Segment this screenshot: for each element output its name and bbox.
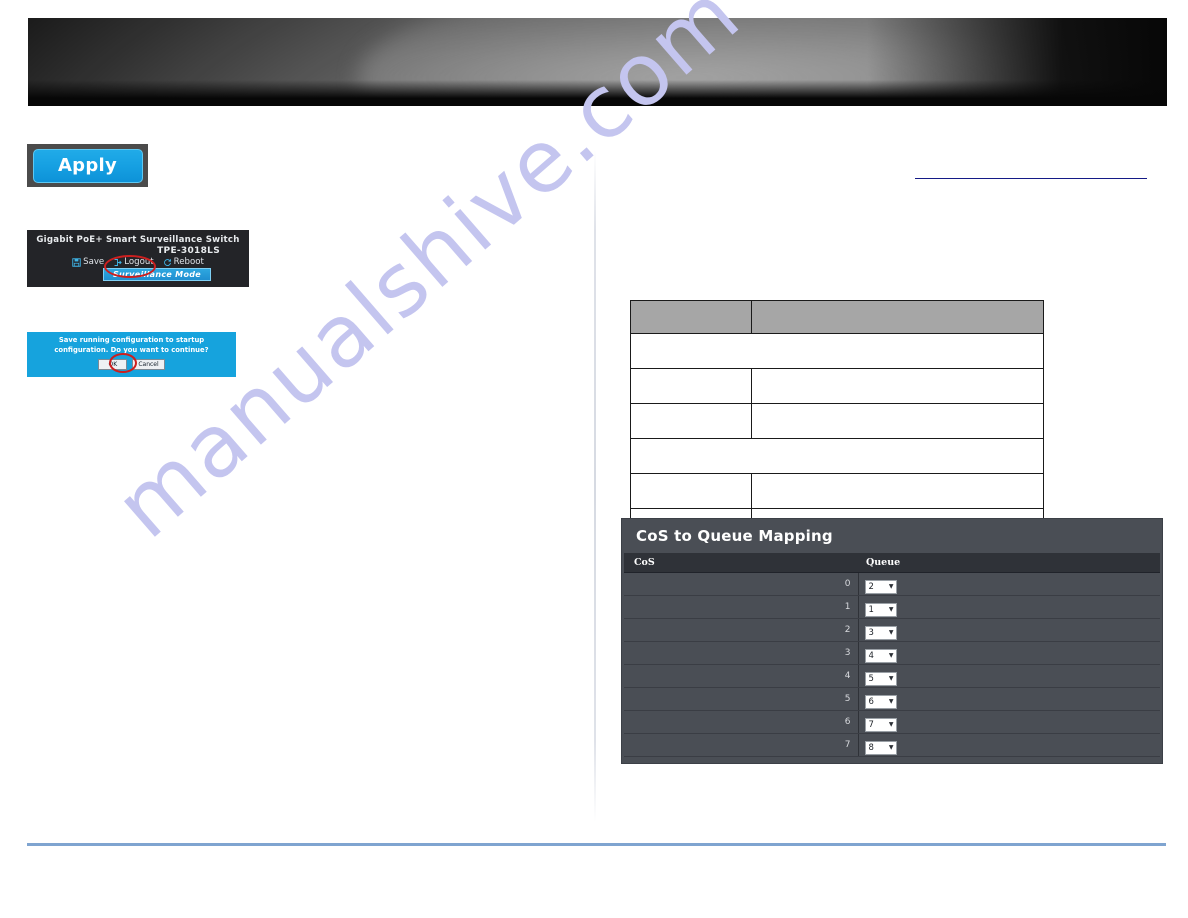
column-header-cos: CoS <box>624 553 858 573</box>
switch-action-bar: Save Logout Reboot <box>27 257 249 267</box>
save-label: Save <box>83 257 105 267</box>
top-banner <box>28 18 1167 106</box>
queue-select-value: 5 <box>868 674 874 684</box>
logout-action[interactable]: Logout <box>113 257 154 267</box>
chevron-down-icon: ▼ <box>888 583 894 590</box>
reboot-action[interactable]: Reboot <box>163 257 204 267</box>
surveillance-mode-row: Surveillance Mode <box>27 268 249 281</box>
chevron-down-icon: ▼ <box>888 698 894 705</box>
table-row: 3 4 ▼ <box>624 641 1160 665</box>
spec-table <box>630 300 1044 544</box>
apply-button[interactable]: Apply <box>32 148 143 183</box>
spec-header-cell-1 <box>630 300 752 334</box>
table-row: 2 3 ▼ <box>624 618 1160 642</box>
banner-dark-bottom-fade <box>28 80 1167 106</box>
table-header-row: CoS Queue <box>624 553 1160 573</box>
cos-value: 6 <box>624 710 859 734</box>
queue-cell: 3 ▼ <box>858 618 1160 642</box>
table-row <box>630 473 1044 509</box>
ok-button[interactable]: OK <box>98 358 128 370</box>
cos-queue-table: CoS Queue 0 2 ▼ 1 1 ▼ 2 3 ▼ 3 4 ▼ 4 5 ▼ … <box>624 553 1160 757</box>
reboot-label: Reboot <box>173 257 204 267</box>
spec-cell-value <box>751 403 1044 439</box>
surveillance-mode-button[interactable]: Surveillance Mode <box>102 268 211 281</box>
queue-select[interactable]: 5 ▼ <box>864 672 897 686</box>
spec-cell-full <box>630 333 1044 369</box>
queue-cell: 4 ▼ <box>858 641 1160 665</box>
spec-cell-full <box>630 438 1044 474</box>
logout-icon <box>113 258 122 267</box>
cos-value: 2 <box>624 618 859 642</box>
save-action[interactable]: Save <box>72 257 104 267</box>
table-row <box>630 368 1044 404</box>
table-row <box>630 403 1044 439</box>
product-model: TPE-3018LS <box>157 246 220 256</box>
spec-cell-value <box>751 473 1044 509</box>
table-row: 4 5 ▼ <box>624 664 1160 688</box>
queue-cell: 6 ▼ <box>858 687 1160 711</box>
switch-header-figure: Gigabit PoE+ Smart Surveillance Switch T… <box>27 230 249 287</box>
footer-rule <box>27 843 1166 846</box>
cos-value: 1 <box>624 595 859 619</box>
queue-select-value: 4 <box>868 651 874 661</box>
queue-select[interactable]: 1 ▼ <box>864 603 897 617</box>
queue-select[interactable]: 7 ▼ <box>864 718 897 732</box>
chevron-down-icon: ▼ <box>888 675 894 682</box>
panel-title: CoS to Queue Mapping <box>636 527 833 545</box>
table-row: 6 7 ▼ <box>624 710 1160 734</box>
cos-value: 5 <box>624 687 859 711</box>
cos-value: 0 <box>624 572 859 596</box>
queue-cell: 5 ▼ <box>858 664 1160 688</box>
queue-select-value: 2 <box>868 582 874 592</box>
reference-link-underline[interactable] <box>915 178 1147 179</box>
table-row: 5 6 ▼ <box>624 687 1160 711</box>
spec-cell-value <box>751 368 1044 404</box>
table-row: 1 1 ▼ <box>624 595 1160 619</box>
product-title: Gigabit PoE+ Smart Surveillance Switch <box>36 235 240 245</box>
column-divider <box>594 150 596 822</box>
queue-cell: 8 ▼ <box>858 733 1160 757</box>
cos-value: 4 <box>624 664 859 688</box>
cos-value: 3 <box>624 641 859 665</box>
chevron-down-icon: ▼ <box>888 629 894 636</box>
chevron-down-icon: ▼ <box>888 606 894 613</box>
chevron-down-icon: ▼ <box>888 721 894 728</box>
queue-select-value: 8 <box>868 743 874 753</box>
queue-select-value: 1 <box>868 605 874 615</box>
queue-select[interactable]: 6 ▼ <box>864 695 897 709</box>
save-confirm-dialog-figure: Save running configuration to startup co… <box>27 332 236 377</box>
queue-select-value: 6 <box>868 697 874 707</box>
cos-to-queue-mapping-panel: CoS to Queue Mapping CoS Queue 0 2 ▼ 1 1… <box>621 518 1163 764</box>
queue-select-value: 3 <box>868 628 874 638</box>
chevron-down-icon: ▼ <box>888 744 894 751</box>
logout-label: Logout <box>124 257 154 267</box>
queue-cell: 2 ▼ <box>858 572 1160 596</box>
table-header-row <box>630 300 1044 334</box>
table-row: 7 8 ▼ <box>624 733 1160 757</box>
queue-select[interactable]: 2 ▼ <box>864 580 897 594</box>
column-header-queue: Queue <box>858 553 1160 573</box>
queue-select[interactable]: 4 ▼ <box>864 649 897 663</box>
spec-cell-label <box>630 473 752 509</box>
chevron-down-icon: ▼ <box>888 652 894 659</box>
apply-button-figure: Apply <box>27 144 148 187</box>
queue-cell: 1 ▼ <box>858 595 1160 619</box>
queue-select[interactable]: 8 ▼ <box>864 741 897 755</box>
cancel-button[interactable]: Cancel <box>132 358 165 370</box>
reboot-icon <box>163 258 172 267</box>
queue-select[interactable]: 3 ▼ <box>864 626 897 640</box>
dialog-message: Save running configuration to startup co… <box>54 336 209 354</box>
table-row: 0 2 ▼ <box>624 572 1160 596</box>
table-row <box>630 333 1044 369</box>
save-icon <box>72 257 81 267</box>
spec-cell-label <box>630 368 752 404</box>
spec-cell-label <box>630 403 752 439</box>
spec-header-cell-2 <box>751 300 1044 334</box>
table-row <box>630 438 1044 474</box>
queue-cell: 7 ▼ <box>858 710 1160 734</box>
cos-value: 7 <box>624 733 859 757</box>
dialog-button-row: OK Cancel <box>27 358 236 370</box>
queue-select-value: 7 <box>868 720 874 730</box>
